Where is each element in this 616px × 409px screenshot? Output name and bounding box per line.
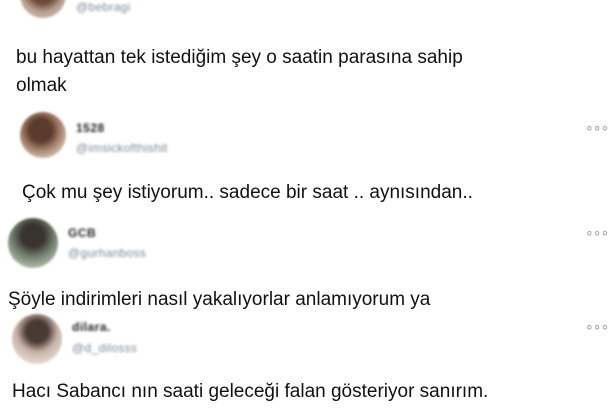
- ellipsis-icon[interactable]: ∘∘∘: [585, 120, 609, 134]
- avatar[interactable]: [8, 218, 58, 268]
- tweet-text-line-1: bu hayattan tek istediğim şey o saatin p…: [16, 47, 463, 68]
- user-handle[interactable]: @imsickofthishit: [76, 141, 168, 155]
- user-handle[interactable]: @gurhanboss: [68, 246, 146, 260]
- avatar[interactable]: [20, 112, 66, 158]
- tweet-0: @bebragi bu hayattan tek istediğim şey o…: [0, 0, 616, 100]
- user-handle[interactable]: @bebragi: [76, 0, 131, 14]
- tweet-2: GCB @gurhanboss ∘∘∘ Şöyle indirimleri na…: [0, 210, 616, 310]
- user-handle[interactable]: @d_dilosss: [72, 341, 137, 355]
- user-name[interactable]: 1528: [76, 121, 105, 135]
- avatar[interactable]: [12, 314, 62, 364]
- user-name[interactable]: dilara.: [72, 320, 111, 334]
- tweet-3: dilara. @d_dilosss ∘∘∘ Hacı Sabancı nın …: [0, 310, 616, 409]
- tweet-text-line-2: olmak: [16, 75, 67, 96]
- tweet-text: Hacı Sabancı nın saati geleceği falan gö…: [12, 381, 489, 402]
- ellipsis-icon[interactable]: ∘∘∘: [585, 225, 609, 239]
- ellipsis-icon[interactable]: ∘∘∘: [585, 319, 609, 333]
- avatar[interactable]: [20, 0, 66, 18]
- user-name[interactable]: GCB: [68, 226, 96, 240]
- tweet-text: Çok mu şey istiyorum.. sadece bir saat .…: [22, 182, 473, 203]
- tweet-1: 1528 @imsickofthishit ∘∘∘ Çok mu şey ist…: [0, 100, 616, 210]
